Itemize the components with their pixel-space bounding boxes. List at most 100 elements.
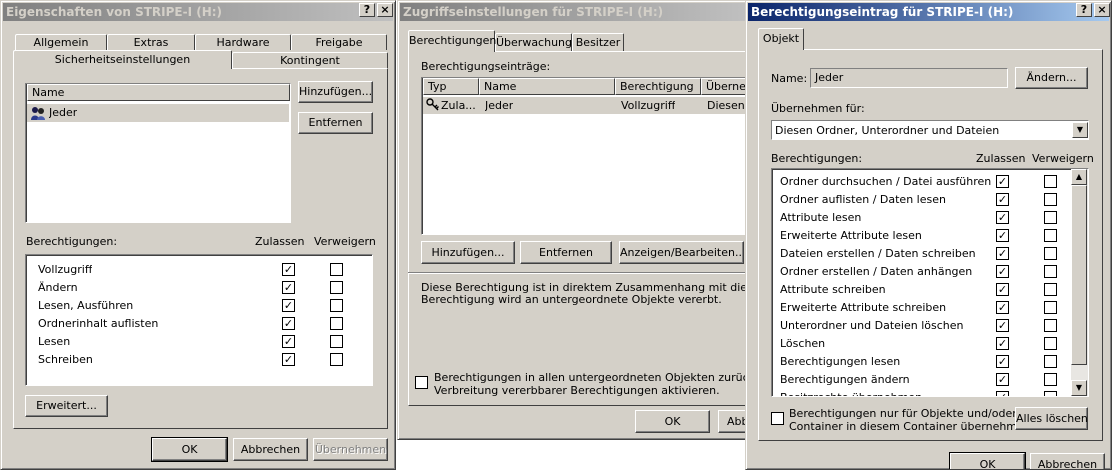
allow-checkbox[interactable]: ✓ — [282, 353, 295, 366]
tab-besitzer[interactable]: Besitzer — [572, 33, 624, 51]
deny-checkbox[interactable] — [330, 299, 343, 312]
access-title-bar[interactable]: Zugriffseinstellungen für STRIPE-I (H:) — [400, 3, 746, 21]
deny-checkbox[interactable] — [1044, 229, 1057, 242]
apply-to-dropdown[interactable]: Diesen Ordner, Unterordner und Dateien ▼ — [771, 120, 1089, 140]
deny-checkbox[interactable] — [1044, 211, 1057, 224]
allow-checkbox[interactable]: ✓ — [996, 373, 1009, 386]
allow-checkbox[interactable]: ✓ — [996, 229, 1009, 242]
column-type[interactable]: Typ — [423, 78, 479, 95]
allow-checkbox[interactable]: ✓ — [996, 337, 1009, 350]
deny-checkbox[interactable] — [1044, 247, 1057, 260]
allow-checkbox[interactable]: ✓ — [996, 175, 1009, 188]
scroll-up-button[interactable]: ▲ — [1071, 169, 1087, 185]
deny-checkbox[interactable] — [330, 281, 343, 294]
apply-only-line1: Berechtigungen nur für Objekte und/oder — [789, 407, 1017, 420]
name-value: Jeder — [815, 71, 844, 84]
cancel-button[interactable]: Abbrechen — [233, 438, 308, 461]
apply-button[interactable]: Übernehmen — [313, 438, 388, 461]
deny-checkbox[interactable] — [1044, 265, 1057, 278]
view-edit-button[interactable]: Anzeigen/Bearbeiten... — [619, 241, 744, 264]
column-inherit[interactable]: Übernem — [701, 78, 748, 95]
permissions-list: Vollzugriff ✓ Ändern ✓ Lesen, Ausführen ✓ Ordn… — [25, 254, 373, 386]
deny-checkbox[interactable] — [1044, 373, 1057, 386]
list-item[interactable]: Jeder — [27, 104, 289, 122]
tab-berechtigungen[interactable]: Berechtigungen — [408, 30, 496, 52]
deny-checkbox[interactable] — [1044, 355, 1057, 368]
deny-checkbox[interactable] — [1044, 301, 1057, 314]
ok-button[interactable]: OK — [635, 410, 710, 433]
add-button[interactable]: Hinzufügen... — [421, 241, 515, 264]
column-permission[interactable]: Berechtigung — [615, 78, 701, 95]
allow-column-label: Zulassen — [255, 235, 305, 248]
tab-freigabe[interactable]: Freigabe — [291, 34, 387, 50]
allow-checkbox[interactable]: ✓ — [282, 335, 295, 348]
allow-column-label: Zulassen — [976, 152, 1026, 165]
tab-ueberwachung[interactable]: Überwachung — [495, 33, 572, 51]
remove-button[interactable]: Entfernen — [298, 112, 373, 134]
clear-all-button[interactable]: Alles löschen — [1015, 407, 1088, 430]
advanced-button[interactable]: Erweitert... — [25, 395, 108, 417]
chevron-down-icon[interactable]: ▼ — [1072, 122, 1088, 138]
permission-row: Schreiben ✓ — [26, 351, 372, 369]
users-name-header[interactable]: Name — [27, 84, 290, 101]
deny-checkbox[interactable] — [330, 335, 343, 348]
table-row[interactable]: Zula... Jeder Vollzugriff Diesen O — [423, 97, 748, 114]
allow-checkbox[interactable]: ✓ — [996, 247, 1009, 260]
help-button[interactable]: ? — [359, 3, 375, 17]
users-list[interactable]: Name Jeder — [25, 83, 291, 223]
deny-checkbox[interactable] — [1044, 319, 1057, 332]
tab-allgemein[interactable]: Allgemein — [15, 34, 107, 50]
deny-checkbox[interactable] — [330, 353, 343, 366]
vertical-scrollbar[interactable]: ▲ ▼ — [1071, 169, 1088, 396]
ok-button[interactable]: OK — [151, 437, 228, 462]
close-button[interactable]: × — [377, 3, 393, 17]
entries-label: Berechtigungseinträge: — [421, 60, 551, 73]
deny-checkbox[interactable] — [1044, 175, 1057, 188]
allow-checkbox[interactable]: ✓ — [996, 211, 1009, 224]
tab-hardware[interactable]: Hardware — [195, 34, 291, 50]
deny-checkbox[interactable] — [1044, 193, 1057, 206]
allow-checkbox[interactable]: ✓ — [996, 391, 1009, 396]
tab-objekt[interactable]: Objekt — [758, 28, 804, 50]
permission-entry-window: Berechtigungseintrag für STRIPE-I (H:) ?… — [745, 0, 1112, 470]
remove-button[interactable]: Entfernen — [520, 241, 612, 264]
allow-checkbox[interactable]: ✓ — [282, 263, 295, 276]
close-button[interactable]: × — [1094, 3, 1110, 17]
entries-list[interactable]: Typ Name Berechtigung Übernem Zula... Je… — [421, 77, 748, 235]
allow-checkbox[interactable]: ✓ — [996, 265, 1009, 278]
deny-checkbox[interactable] — [330, 317, 343, 330]
allow-checkbox[interactable]: ✓ — [996, 319, 1009, 332]
properties-title-bar[interactable]: Eigenschaften von STRIPE-I (H:) — [3, 3, 393, 21]
properties-window: Eigenschaften von STRIPE-I (H:) ? × Allg… — [0, 0, 396, 470]
permission-row: Berechtigungen lesen ✓ — [772, 353, 1088, 371]
allow-checkbox[interactable]: ✓ — [282, 317, 295, 330]
tab-extras[interactable]: Extras — [107, 34, 195, 50]
permission-entry-title-bar[interactable]: Berechtigungseintrag für STRIPE-I (H:) — [748, 3, 1109, 21]
allow-checkbox[interactable]: ✓ — [996, 355, 1009, 368]
reset-permissions-checkbox[interactable] — [415, 376, 428, 389]
tab-sicherheitseinstellungen[interactable]: Sicherheitseinstellungen — [13, 50, 232, 69]
allow-checkbox[interactable]: ✓ — [282, 281, 295, 294]
deny-checkbox[interactable] — [330, 263, 343, 276]
help-button[interactable]: ? — [1076, 3, 1092, 17]
apply-only-checkbox[interactable] — [771, 412, 784, 425]
separator — [408, 272, 748, 274]
deny-checkbox[interactable] — [1044, 337, 1057, 350]
allow-checkbox[interactable]: ✓ — [996, 301, 1009, 314]
add-button[interactable]: Hinzufügen... — [298, 81, 373, 103]
permission-name: Attribute schreiben — [780, 283, 886, 296]
ok-button[interactable]: OK — [949, 452, 1026, 469]
cancel-button[interactable]: Abbrechen — [1030, 453, 1105, 469]
reset-text-line2: Verbreitung vererbbarer Berechtigungen a… — [434, 384, 720, 397]
allow-checkbox[interactable]: ✓ — [996, 283, 1009, 296]
allow-checkbox[interactable]: ✓ — [282, 299, 295, 312]
allow-checkbox[interactable]: ✓ — [996, 193, 1009, 206]
change-button[interactable]: Ändern... — [1015, 67, 1088, 89]
deny-checkbox[interactable] — [1044, 391, 1057, 396]
scroll-thumb[interactable] — [1071, 185, 1087, 365]
deny-checkbox[interactable] — [1044, 283, 1057, 296]
tab-kontingent[interactable]: Kontingent — [232, 52, 388, 68]
scroll-down-button[interactable]: ▼ — [1071, 380, 1087, 396]
permission-name: Unterordner und Dateien löschen — [780, 319, 964, 332]
column-name[interactable]: Name — [479, 78, 615, 95]
